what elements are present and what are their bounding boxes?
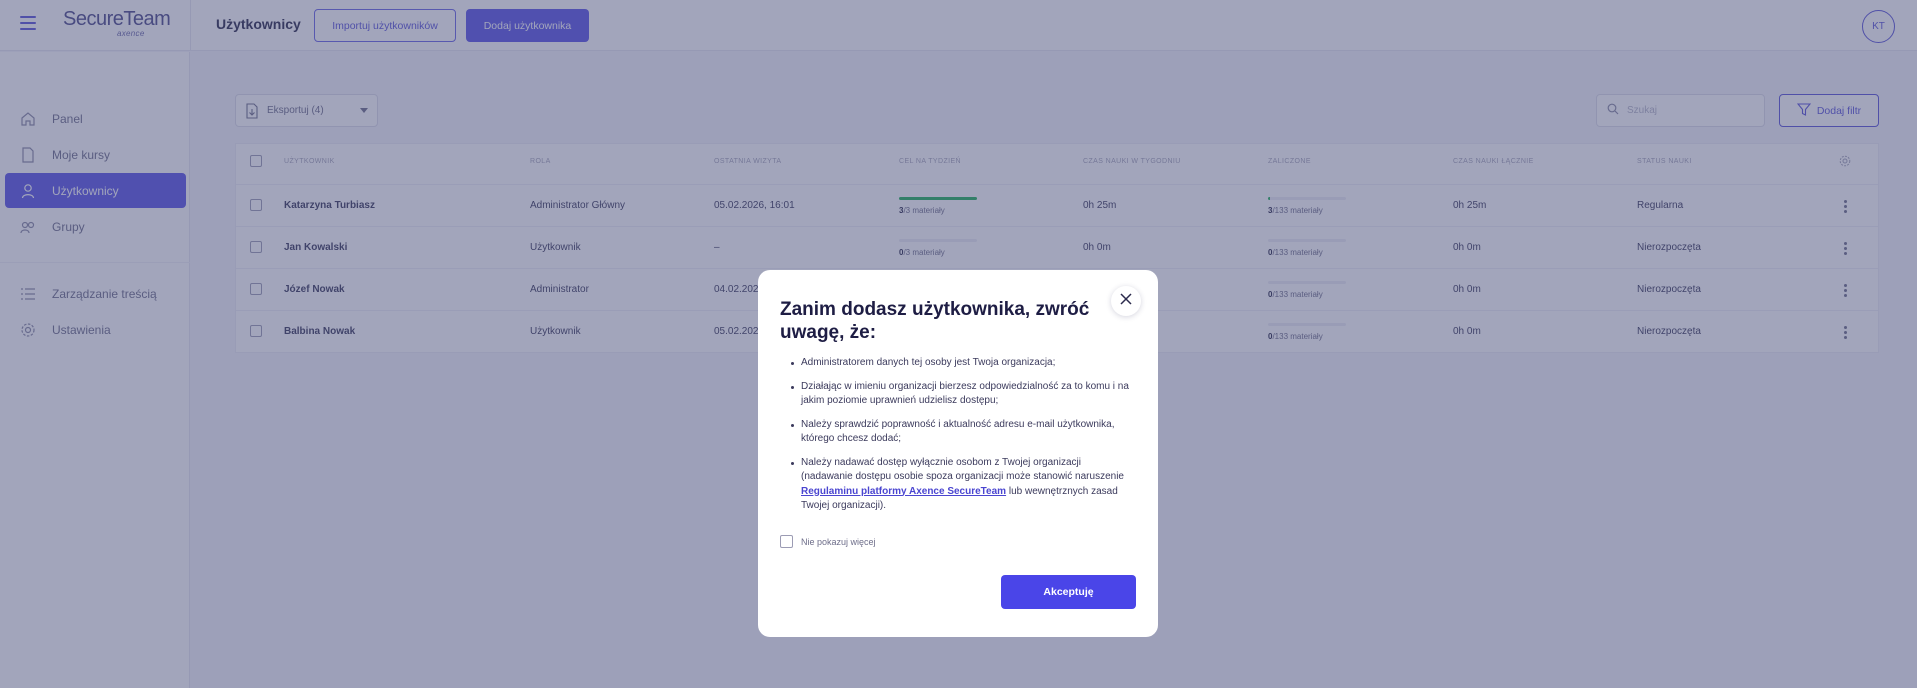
accept-button[interactable]: Akceptuję [1001, 575, 1136, 609]
add-user-notice-dialog: Zanim dodasz użytkownika, zwróć uwagę, ż… [758, 270, 1158, 637]
dialog-title: Zanim dodasz użytkownika, zwróć uwagę, ż… [780, 299, 1090, 343]
terms-link[interactable]: Regulaminu platformy Axence SecureTeam [801, 486, 1006, 497]
list-item: Należy nadawać dostęp wyłącznie osobom z… [780, 456, 1135, 514]
list-item: Administratorem danych tej osoby jest Tw… [780, 356, 1135, 371]
list-item-text: Należy nadawać dostęp wyłącznie osobom z… [801, 456, 1124, 483]
list-item: Działając w imieniu organizacji bierzesz… [780, 380, 1135, 409]
dont-show-again-checkbox[interactable]: Nie pokazuj więcej [780, 535, 876, 548]
list-item: Należy sprawdzić poprawność i aktualność… [780, 418, 1135, 447]
dont-show-again-label: Nie pokazuj więcej [801, 536, 876, 547]
notice-list: Administratorem danych tej osoby jest Tw… [780, 356, 1135, 523]
close-button[interactable] [1111, 286, 1141, 316]
close-icon [1120, 292, 1132, 310]
checkbox-box[interactable] [780, 535, 793, 548]
